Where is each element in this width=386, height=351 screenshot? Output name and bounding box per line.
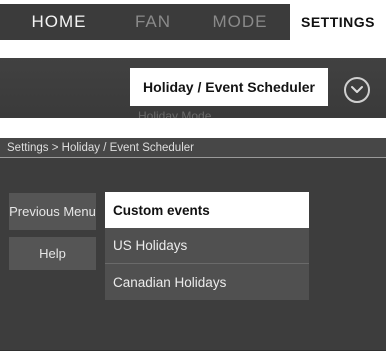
- settings-scroll-strip: Holiday / Event Scheduler Holiday Mode: [0, 58, 386, 118]
- selected-setting-item[interactable]: Holiday / Event Scheduler: [130, 68, 328, 106]
- scheduler-menu-list: Custom events US Holidays Canadian Holid…: [105, 192, 309, 300]
- chevron-down-icon: [351, 86, 363, 93]
- tab-mode[interactable]: MODE: [200, 4, 280, 40]
- help-button[interactable]: Help: [9, 237, 96, 270]
- menu-item-custom-events[interactable]: Custom events: [105, 192, 309, 228]
- tab-fan[interactable]: FAN: [118, 4, 188, 40]
- menu-item-us-holidays[interactable]: US Holidays: [105, 228, 309, 264]
- tab-home[interactable]: HOME: [0, 4, 118, 40]
- scroll-down-button[interactable]: [344, 77, 370, 103]
- scheduler-panel: Settings > Holiday / Event Scheduler Pre…: [0, 138, 386, 351]
- menu-item-canadian-holidays[interactable]: Canadian Holidays: [105, 264, 309, 300]
- next-setting-item: Holiday Mode: [138, 111, 212, 118]
- breadcrumb: Settings > Holiday / Event Scheduler: [0, 138, 386, 158]
- previous-menu-button[interactable]: Previous Menu: [9, 193, 96, 230]
- top-tab-bar: HOME FAN MODE SETTINGS: [0, 4, 386, 40]
- tab-settings[interactable]: SETTINGS: [290, 4, 386, 40]
